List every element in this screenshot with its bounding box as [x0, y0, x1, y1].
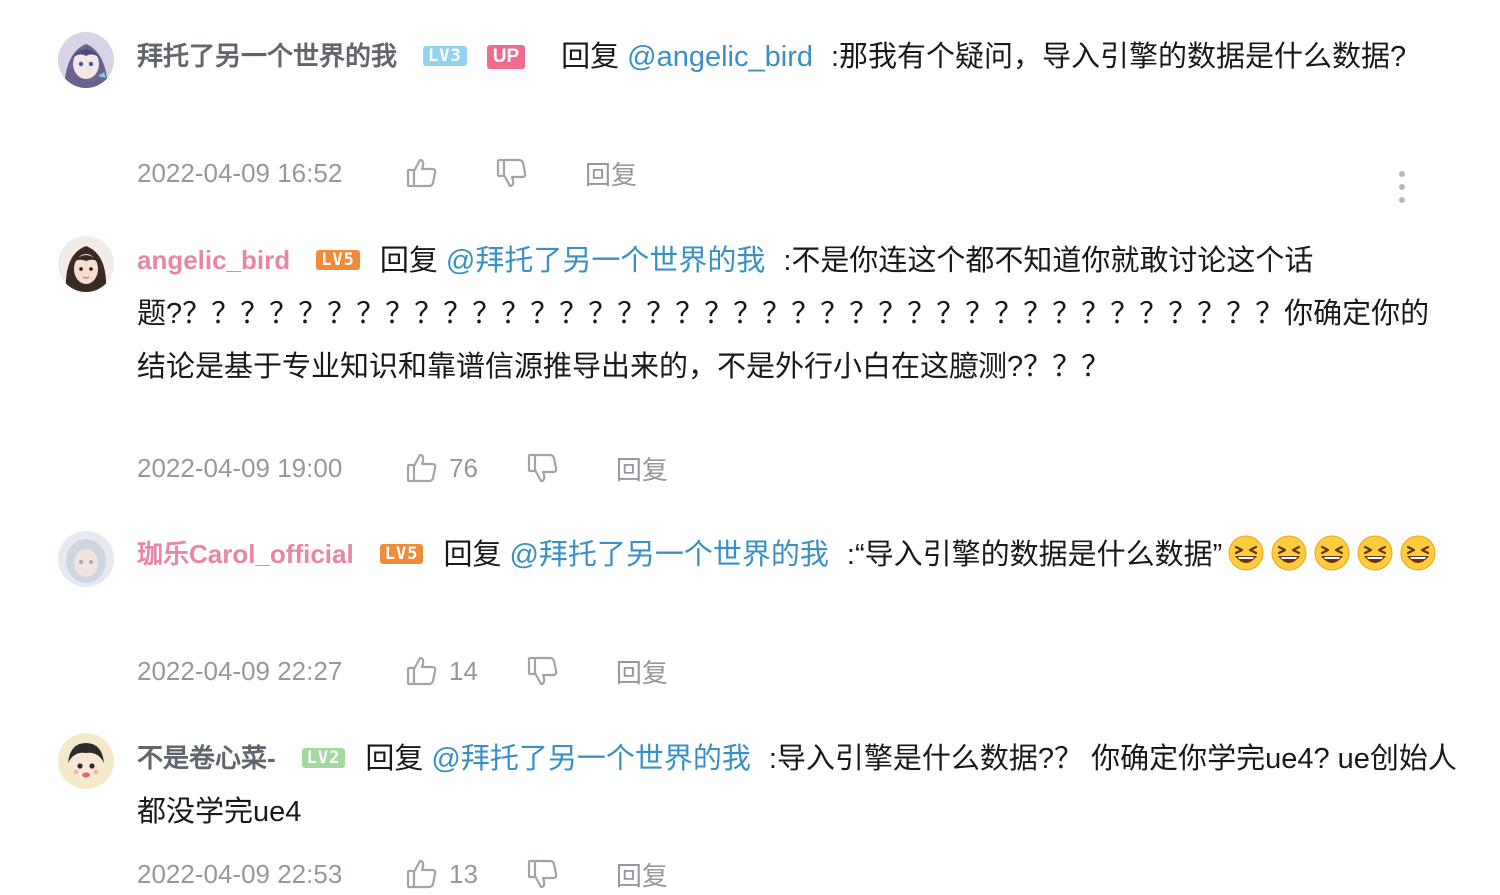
mention-link[interactable]: @拜托了另一个世界的我 [509, 539, 828, 571]
like-count: 13 [449, 858, 478, 889]
timestamp: 2022-04-09 19:00 [137, 452, 343, 483]
dislike-button[interactable] [526, 451, 560, 485]
comment-content: 不是卷心菜- LV2 回复 @拜托了另一个世界的我:导入引擎是什么数据?？ 你确定你学… [137, 732, 1457, 839]
thumbs-up-icon [406, 859, 437, 889]
avatar[interactable] [58, 236, 114, 292]
username[interactable]: angelic_bird [137, 245, 290, 275]
thumbs-up-icon [406, 656, 437, 686]
laughing-emoji-icon [1271, 535, 1307, 571]
reply-button[interactable]: 回复 [585, 155, 637, 192]
mention-link[interactable]: @拜托了另一个世界的我 [431, 743, 750, 775]
comment-meta: 2022-04-09 19:00 76 回复 [137, 448, 668, 488]
comment-meta: 2022-04-09 16:52 回复 [137, 153, 637, 193]
avatar[interactable] [58, 733, 114, 789]
dislike-button[interactable] [526, 654, 560, 688]
dislike-button[interactable] [526, 857, 560, 891]
thumbs-down-icon [527, 656, 558, 686]
like-button[interactable] [405, 156, 495, 190]
timestamp: 2022-04-09 22:27 [137, 655, 343, 686]
like-button[interactable]: 14 [405, 654, 526, 688]
laughing-emoji-icon [1400, 535, 1436, 571]
emoji-group [1222, 535, 1437, 571]
timestamp: 2022-04-09 22:53 [137, 858, 343, 889]
comment-content: 拜托了另一个世界的我 LV3 UP 回复 @angelic_bird :那我有个疑问，导入… [137, 30, 1457, 84]
level-badge: LV2 [301, 748, 346, 768]
laughing-emoji-icon [1357, 535, 1393, 571]
level-badge: LV5 [316, 250, 360, 270]
comment-content: angelic_bird LV5 回复 @拜托了另一个世界的我:不是你连这个都不知道你… [137, 234, 1457, 394]
level-badge: LV5 [379, 544, 424, 564]
up-badge: UP [486, 45, 526, 69]
reply-prefix: 回复 [561, 41, 620, 73]
thumbs-up-icon [406, 158, 437, 188]
avatar[interactable] [58, 531, 114, 587]
username[interactable]: 不是卷心菜- [137, 743, 276, 773]
comment-content: 珈乐Carol_official LV5 回复 @拜托了另一个世界的我 :“导入引擎的数… [137, 528, 1457, 582]
reply-prefix: 回复 [443, 539, 502, 571]
comment-meta: 2022-04-09 22:53 13 回复 [137, 854, 668, 894]
mention-link[interactable]: @angelic_bird [627, 41, 813, 73]
mention-link[interactable]: @拜托了另一个世界的我 [446, 245, 765, 277]
reply-button[interactable]: 回复 [616, 653, 668, 690]
like-count: 76 [449, 452, 478, 483]
username[interactable]: 珈乐Carol_official [137, 539, 354, 569]
reply-prefix: 回复 [379, 245, 438, 277]
comment-text: :“导入引擎的数据是什么数据” [846, 539, 1223, 571]
thumbs-down-icon [527, 453, 558, 483]
like-button[interactable]: 76 [405, 451, 526, 485]
comment-text: :那我有个疑问，导入引擎的数据是什么数据? [830, 41, 1407, 73]
reply-button[interactable]: 回复 [616, 856, 668, 893]
level-badge: LV3 [423, 46, 467, 66]
username[interactable]: 拜托了另一个世界的我 [137, 41, 397, 71]
reply-prefix: 回复 [365, 743, 424, 775]
more-vertical-icon[interactable] [1392, 166, 1412, 210]
like-count: 14 [449, 655, 478, 686]
like-button[interactable]: 13 [405, 857, 526, 891]
dislike-button[interactable] [495, 156, 529, 190]
thumbs-down-icon [496, 158, 527, 188]
thumbs-up-icon [406, 453, 437, 483]
comment-meta: 2022-04-09 22:27 14 回复 [137, 651, 668, 691]
laughing-emoji-icon [1228, 535, 1264, 571]
avatar[interactable] [58, 32, 114, 88]
thumbs-down-icon [527, 859, 558, 889]
laughing-emoji-icon [1314, 535, 1350, 571]
reply-button[interactable]: 回复 [616, 450, 668, 487]
timestamp: 2022-04-09 16:52 [137, 157, 343, 188]
